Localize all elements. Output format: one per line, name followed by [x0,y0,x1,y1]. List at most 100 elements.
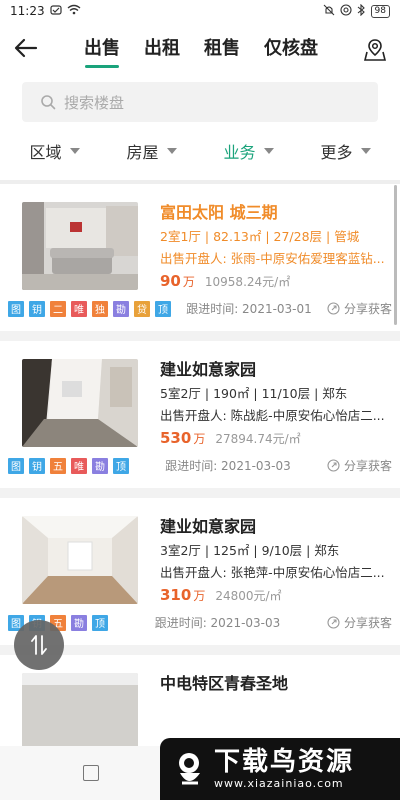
share-icon [327,616,340,629]
mute-icon [323,4,335,19]
followup-time: 跟进时间: 2021-03-03 [165,459,291,473]
followup-time: 跟进时间: 2021-03-01 [186,302,312,316]
tag-top: 顶 [155,300,171,317]
tag-survey: 勘 [113,300,129,317]
tag-only: 唯 [71,300,87,317]
price-unit: 万 [193,589,206,603]
filter-more[interactable]: 更多 [320,139,371,163]
watermark-logo: 下载鸟资源 www.xiazainiao.com [160,738,400,800]
price-unit: 万 [182,275,195,289]
tag-only: 唯 [71,457,87,474]
listing-title: 中电特区青春圣地 [160,674,289,693]
share-button[interactable]: 分享获客 [327,614,392,631]
watermark-title: 下载鸟资源 [214,747,355,777]
scrollbar[interactable] [394,185,397,325]
followup-time: 跟进时间: 2021-03-03 [154,616,281,630]
listing-card[interactable]: 建业如意家园 5室2厅 | 190㎡ | 11/10层 | 郑东 出售开盘人: … [0,341,400,488]
filter-area-label: 区域 [29,143,62,162]
bluetooth-icon [357,3,366,19]
listing-unit-price: 10958.24元/㎡ [204,275,291,289]
listing-list: 富田太阳 城三期 2室1厅 | 82.13㎡ | 27/28层 | 管城 出售开… [0,184,400,761]
tab-rent-sale[interactable]: 租售 [204,34,240,66]
tag-survey: 勘 [92,457,108,474]
search-placeholder: 搜索楼盘 [64,93,125,112]
top-header: 出售 出租 租售 仅核盘 [0,22,400,78]
listing-card[interactable]: 建业如意家园 3室2厅 | 125㎡ | 9/10层 | 郑东 出售开盘人: 张… [0,498,400,645]
price-value: 530 [160,429,192,447]
listing-title: 富田太阳 城三期 [160,203,278,222]
dropdown-triangle-icon [360,148,371,154]
recent-apps-icon[interactable] [83,765,99,781]
map-button[interactable] [363,38,387,62]
map-pin-icon [363,39,387,61]
share-label: 分享获客 [343,302,392,316]
back-arrow-icon [14,38,38,58]
share-button[interactable]: 分享获客 [327,457,392,474]
share-icon [327,302,340,315]
price-value: 90 [160,272,181,290]
filter-house-label: 房屋 [126,143,159,162]
filter-area[interactable]: 区域 [29,139,80,163]
listing-title: 建业如意家园 [160,517,257,536]
listing-tags: 图 钥 五 唯 勘 顶 [8,457,129,474]
tag-exclusive: 独 [92,300,108,317]
search-bar[interactable]: 搜索楼盘 [22,82,378,122]
filter-house[interactable]: 房屋 [126,139,177,163]
tag-second: 二 [50,300,66,317]
listing-photo [22,202,138,290]
listing-owner: 出售开盘人: 张雨-中原安佑爱理客蓝钻... [160,251,385,266]
tab-verified-only[interactable]: 仅核盘 [264,34,318,66]
bird-logo-icon [179,753,200,785]
tag-photo: 图 [8,457,24,474]
listing-title: 建业如意家园 [160,360,257,379]
filter-business[interactable]: 业务 [223,139,274,163]
share-label: 分享获客 [343,616,392,630]
wifi-icon [67,4,81,18]
tag-top: 顶 [113,457,129,474]
listing-photo [22,359,138,447]
tag-top: 顶 [92,614,108,631]
listing-unit-price: 27894.74元/㎡ [215,432,301,446]
status-bar: 11:23 98 [0,0,400,22]
filter-business-label: 业务 [223,143,256,162]
dropdown-triangle-icon [263,148,274,154]
status-time: 11:23 [10,4,45,18]
tag-survey: 勘 [71,614,87,631]
share-button[interactable]: 分享获客 [327,300,392,317]
search-icon [41,95,56,110]
listing-card[interactable]: 富田太阳 城三期 2室1厅 | 82.13㎡ | 27/28层 | 管城 出售开… [0,184,400,331]
battery-indicator: 98 [370,4,390,18]
tab-sale[interactable]: 出售 [84,34,120,66]
dropdown-triangle-icon [69,148,80,154]
swap-order-button[interactable] [14,620,64,670]
listing-details: 2室1厅 | 82.13㎡ | 27/28层 | 管城 [160,229,360,244]
watermark-url: www.xiazainiao.com [214,777,344,790]
app-screen: 11:23 98 出售 出租 租售 仅核盘 搜索楼盘 区域 房屋 业务 更多 富… [0,0,400,800]
filter-more-label: 更多 [320,143,353,162]
tag-loan: 贷 [134,300,150,317]
listing-owner: 出售开盘人: 陈战彪-中原安佑心怡店二... [160,408,385,423]
tag-key: 钥 [29,457,45,474]
listing-details: 3室2厅 | 125㎡ | 9/10层 | 郑东 [160,543,340,558]
listing-price: 90 万 [160,272,195,290]
listing-type-tabs: 出售 出租 租售 仅核盘 [84,34,318,66]
listing-photo [22,516,138,604]
tag-key: 钥 [29,300,45,317]
tag-five: 五 [50,457,66,474]
share-icon [327,459,340,472]
tab-rent[interactable]: 出租 [144,34,180,66]
price-unit: 万 [193,432,206,446]
back-button[interactable] [14,35,54,65]
listing-details: 5室2厅 | 190㎡ | 11/10层 | 郑东 [160,386,348,401]
listing-owner: 出售开盘人: 张艳萍-中原安佑心怡店二... [160,565,385,580]
swap-arrows-icon [31,635,47,655]
listing-tags: 图 钥 二 唯 独 勘 贷 顶 [8,300,171,317]
tag-photo: 图 [8,300,24,317]
listing-price: 530 万 [160,429,205,447]
notification-icon [49,4,62,19]
dropdown-triangle-icon [166,148,177,154]
listing-unit-price: 24800元/㎡ [215,589,282,603]
share-label: 分享获客 [343,459,392,473]
at-icon [339,3,352,19]
price-value: 310 [160,586,192,604]
